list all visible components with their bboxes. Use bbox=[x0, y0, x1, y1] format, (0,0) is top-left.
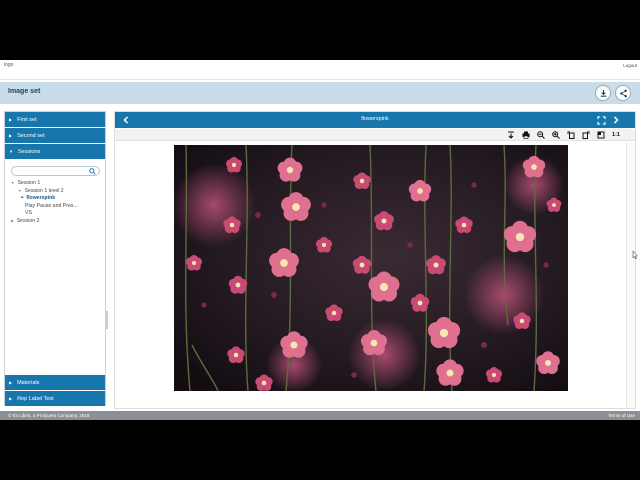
section-second-set[interactable]: ▶ Second set bbox=[5, 128, 105, 143]
fit-button[interactable] bbox=[595, 130, 606, 140]
top-bar: logo Logout bbox=[0, 60, 640, 80]
section-label: First set bbox=[17, 116, 37, 123]
download-button[interactable] bbox=[595, 85, 611, 101]
page-title: Image set bbox=[8, 88, 41, 95]
section-materials[interactable]: ▶ Materials bbox=[5, 375, 105, 390]
link-icon: ⚭ bbox=[20, 195, 25, 202]
plum-blossom-image bbox=[174, 145, 568, 391]
tree-item-play-pause[interactable]: Play Pause and Pres... bbox=[11, 203, 103, 211]
tree-item-session-1-level-2[interactable]: ▼ Session 1 level 2 bbox=[11, 188, 103, 196]
print-icon bbox=[522, 131, 529, 139]
sidebar: ▶ First set ▶ Second set ▼ Sessions ▼ Ses… bbox=[4, 111, 106, 406]
image-viewer: flowerspink 1:1 bbox=[114, 111, 636, 409]
actual-size-button[interactable]: 1:1 bbox=[609, 130, 623, 140]
mouse-cursor-icon bbox=[632, 251, 638, 259]
logout-link[interactable]: Logout bbox=[623, 63, 637, 68]
title-bar: Image set bbox=[0, 82, 640, 104]
section-sessions[interactable]: ▼ Sessions bbox=[5, 144, 105, 159]
zoom-out-icon bbox=[536, 131, 545, 139]
tree-label: flowerspink bbox=[26, 195, 56, 202]
rotate-right-icon bbox=[582, 131, 589, 139]
search-icon[interactable] bbox=[89, 168, 96, 175]
caret-down-icon: ▼ bbox=[11, 181, 15, 185]
caret-right-icon: ▶ bbox=[9, 117, 13, 122]
caret-right-icon: ▶ bbox=[9, 396, 13, 401]
download-icon bbox=[600, 89, 606, 97]
rotate-left-button[interactable] bbox=[565, 130, 576, 140]
zoom-out-button[interactable] bbox=[535, 130, 546, 140]
caret-down-icon: ▼ bbox=[18, 188, 22, 193]
share-button[interactable] bbox=[615, 85, 631, 101]
rotate-left-icon bbox=[567, 131, 574, 139]
tree-item-session-2[interactable]: ▶ Session 2 bbox=[11, 218, 103, 226]
caret-right-icon: ▶ bbox=[9, 380, 13, 385]
fullscreen-icon bbox=[596, 115, 606, 125]
caret-down-icon: ▼ bbox=[9, 149, 13, 154]
tree-label: Session 1 bbox=[17, 180, 41, 186]
search-input[interactable] bbox=[11, 166, 100, 176]
sessions-tree: ▼ Session 1 ▼ Session 1 level 2 ⚭ flowerspi… bbox=[11, 180, 103, 226]
tree-label: Session 2 bbox=[16, 217, 40, 224]
share-icon bbox=[619, 89, 627, 97]
viewer-header: flowerspink bbox=[115, 112, 635, 128]
sidebar-resize-handle[interactable] bbox=[106, 311, 108, 329]
app-window: logo Logout Image set ▶ First set ▶ Seco… bbox=[0, 60, 640, 420]
print-button[interactable] bbox=[520, 130, 531, 140]
viewer-scrollbar[interactable] bbox=[626, 142, 635, 408]
viewer-title: flowerspink bbox=[361, 116, 389, 122]
collapse-button[interactable] bbox=[505, 130, 516, 140]
section-label: Rep Label Test bbox=[17, 395, 54, 402]
terms-link[interactable]: Terms of Use bbox=[608, 413, 635, 418]
rotate-right-button[interactable] bbox=[580, 130, 591, 140]
flower-photo[interactable] bbox=[174, 145, 568, 391]
zoom-in-button[interactable] bbox=[550, 130, 561, 140]
tree-item-session-1[interactable]: ▼ Session 1 bbox=[11, 180, 103, 188]
footer: © Ex Libris, a ProQuest Company, 2018 Te… bbox=[0, 411, 640, 420]
tree-label: Session 1 level 2 bbox=[24, 187, 64, 194]
collapse-icon bbox=[507, 131, 514, 139]
logo: logo bbox=[4, 62, 14, 68]
next-button[interactable] bbox=[610, 114, 622, 126]
fullscreen-button[interactable] bbox=[595, 114, 607, 126]
caret-right-icon: ▶ bbox=[9, 133, 13, 138]
caret-right-icon: ▶ bbox=[11, 218, 14, 223]
tree-item-flowerspink[interactable]: ⚭ flowerspink bbox=[11, 195, 103, 203]
section-label: Second set bbox=[17, 132, 45, 139]
tree-item-play-pause-cont: VS bbox=[11, 210, 103, 218]
section-first-set[interactable]: ▶ First set bbox=[5, 112, 105, 127]
fit-icon bbox=[597, 131, 604, 139]
viewer-toolbar: 1:1 bbox=[115, 129, 635, 141]
image-canvas[interactable] bbox=[115, 142, 625, 408]
tree-label: VS bbox=[25, 210, 32, 217]
zoom-in-icon bbox=[551, 131, 560, 139]
section-rep-label-test[interactable]: ▶ Rep Label Test bbox=[5, 391, 105, 406]
chevron-right-icon bbox=[613, 116, 619, 124]
tree-label: Play Pause and Pres... bbox=[25, 202, 78, 209]
section-label: Sessions bbox=[17, 148, 41, 155]
copyright-text: © Ex Libris, a ProQuest Company, 2018 bbox=[8, 413, 90, 418]
section-label: Materials bbox=[17, 379, 40, 386]
